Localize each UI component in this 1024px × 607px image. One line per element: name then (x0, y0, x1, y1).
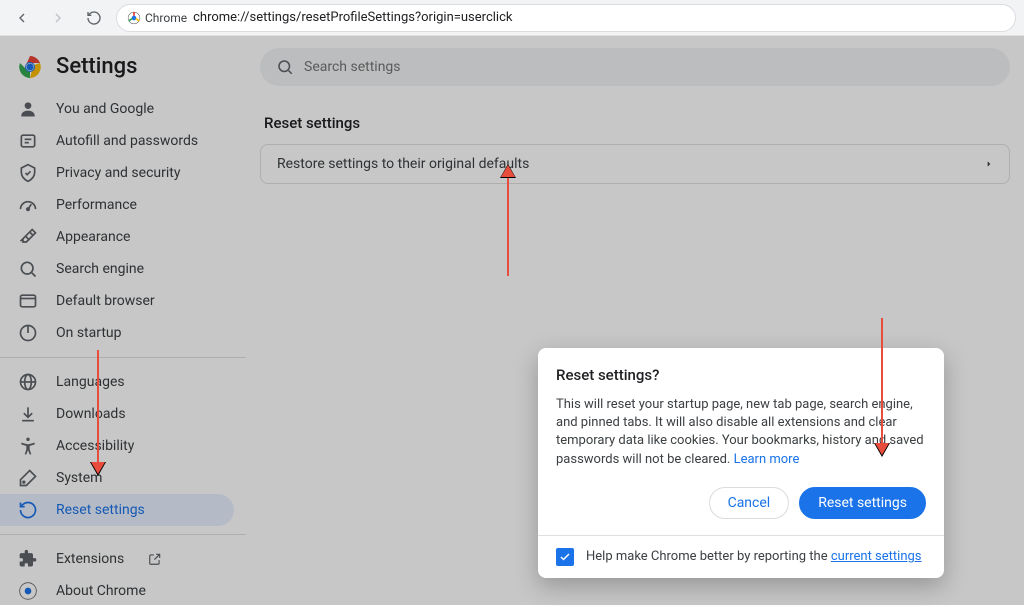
cancel-button[interactable]: Cancel (709, 487, 790, 519)
chrome-chip: Chrome (127, 11, 187, 25)
dialog-footer: Help make Chrome better by reporting the… (538, 535, 944, 578)
reload-button[interactable] (80, 4, 108, 32)
chrome-chip-label: Chrome (145, 11, 187, 25)
footer-text: Help make Chrome better by reporting the (586, 549, 831, 564)
current-settings-link[interactable]: current settings (831, 549, 922, 564)
reset-settings-dialog: Reset settings? This will reset your sta… (538, 348, 944, 578)
learn-more-link[interactable]: Learn more (734, 452, 800, 467)
address-bar[interactable]: Chrome chrome://settings/resetProfileSet… (116, 4, 1016, 32)
back-button[interactable] (8, 4, 36, 32)
chrome-logo-icon (127, 11, 141, 25)
report-checkbox[interactable] (556, 548, 574, 566)
forward-button[interactable] (44, 4, 72, 32)
dialog-body: This will reset your startup page, new t… (556, 396, 926, 469)
reset-settings-button[interactable]: Reset settings (799, 487, 926, 519)
url-text: chrome://settings/resetProfileSettings?o… (193, 10, 512, 25)
check-icon (559, 551, 571, 563)
browser-toolbar: Chrome chrome://settings/resetProfileSet… (0, 0, 1024, 36)
dialog-title: Reset settings? (556, 366, 926, 384)
